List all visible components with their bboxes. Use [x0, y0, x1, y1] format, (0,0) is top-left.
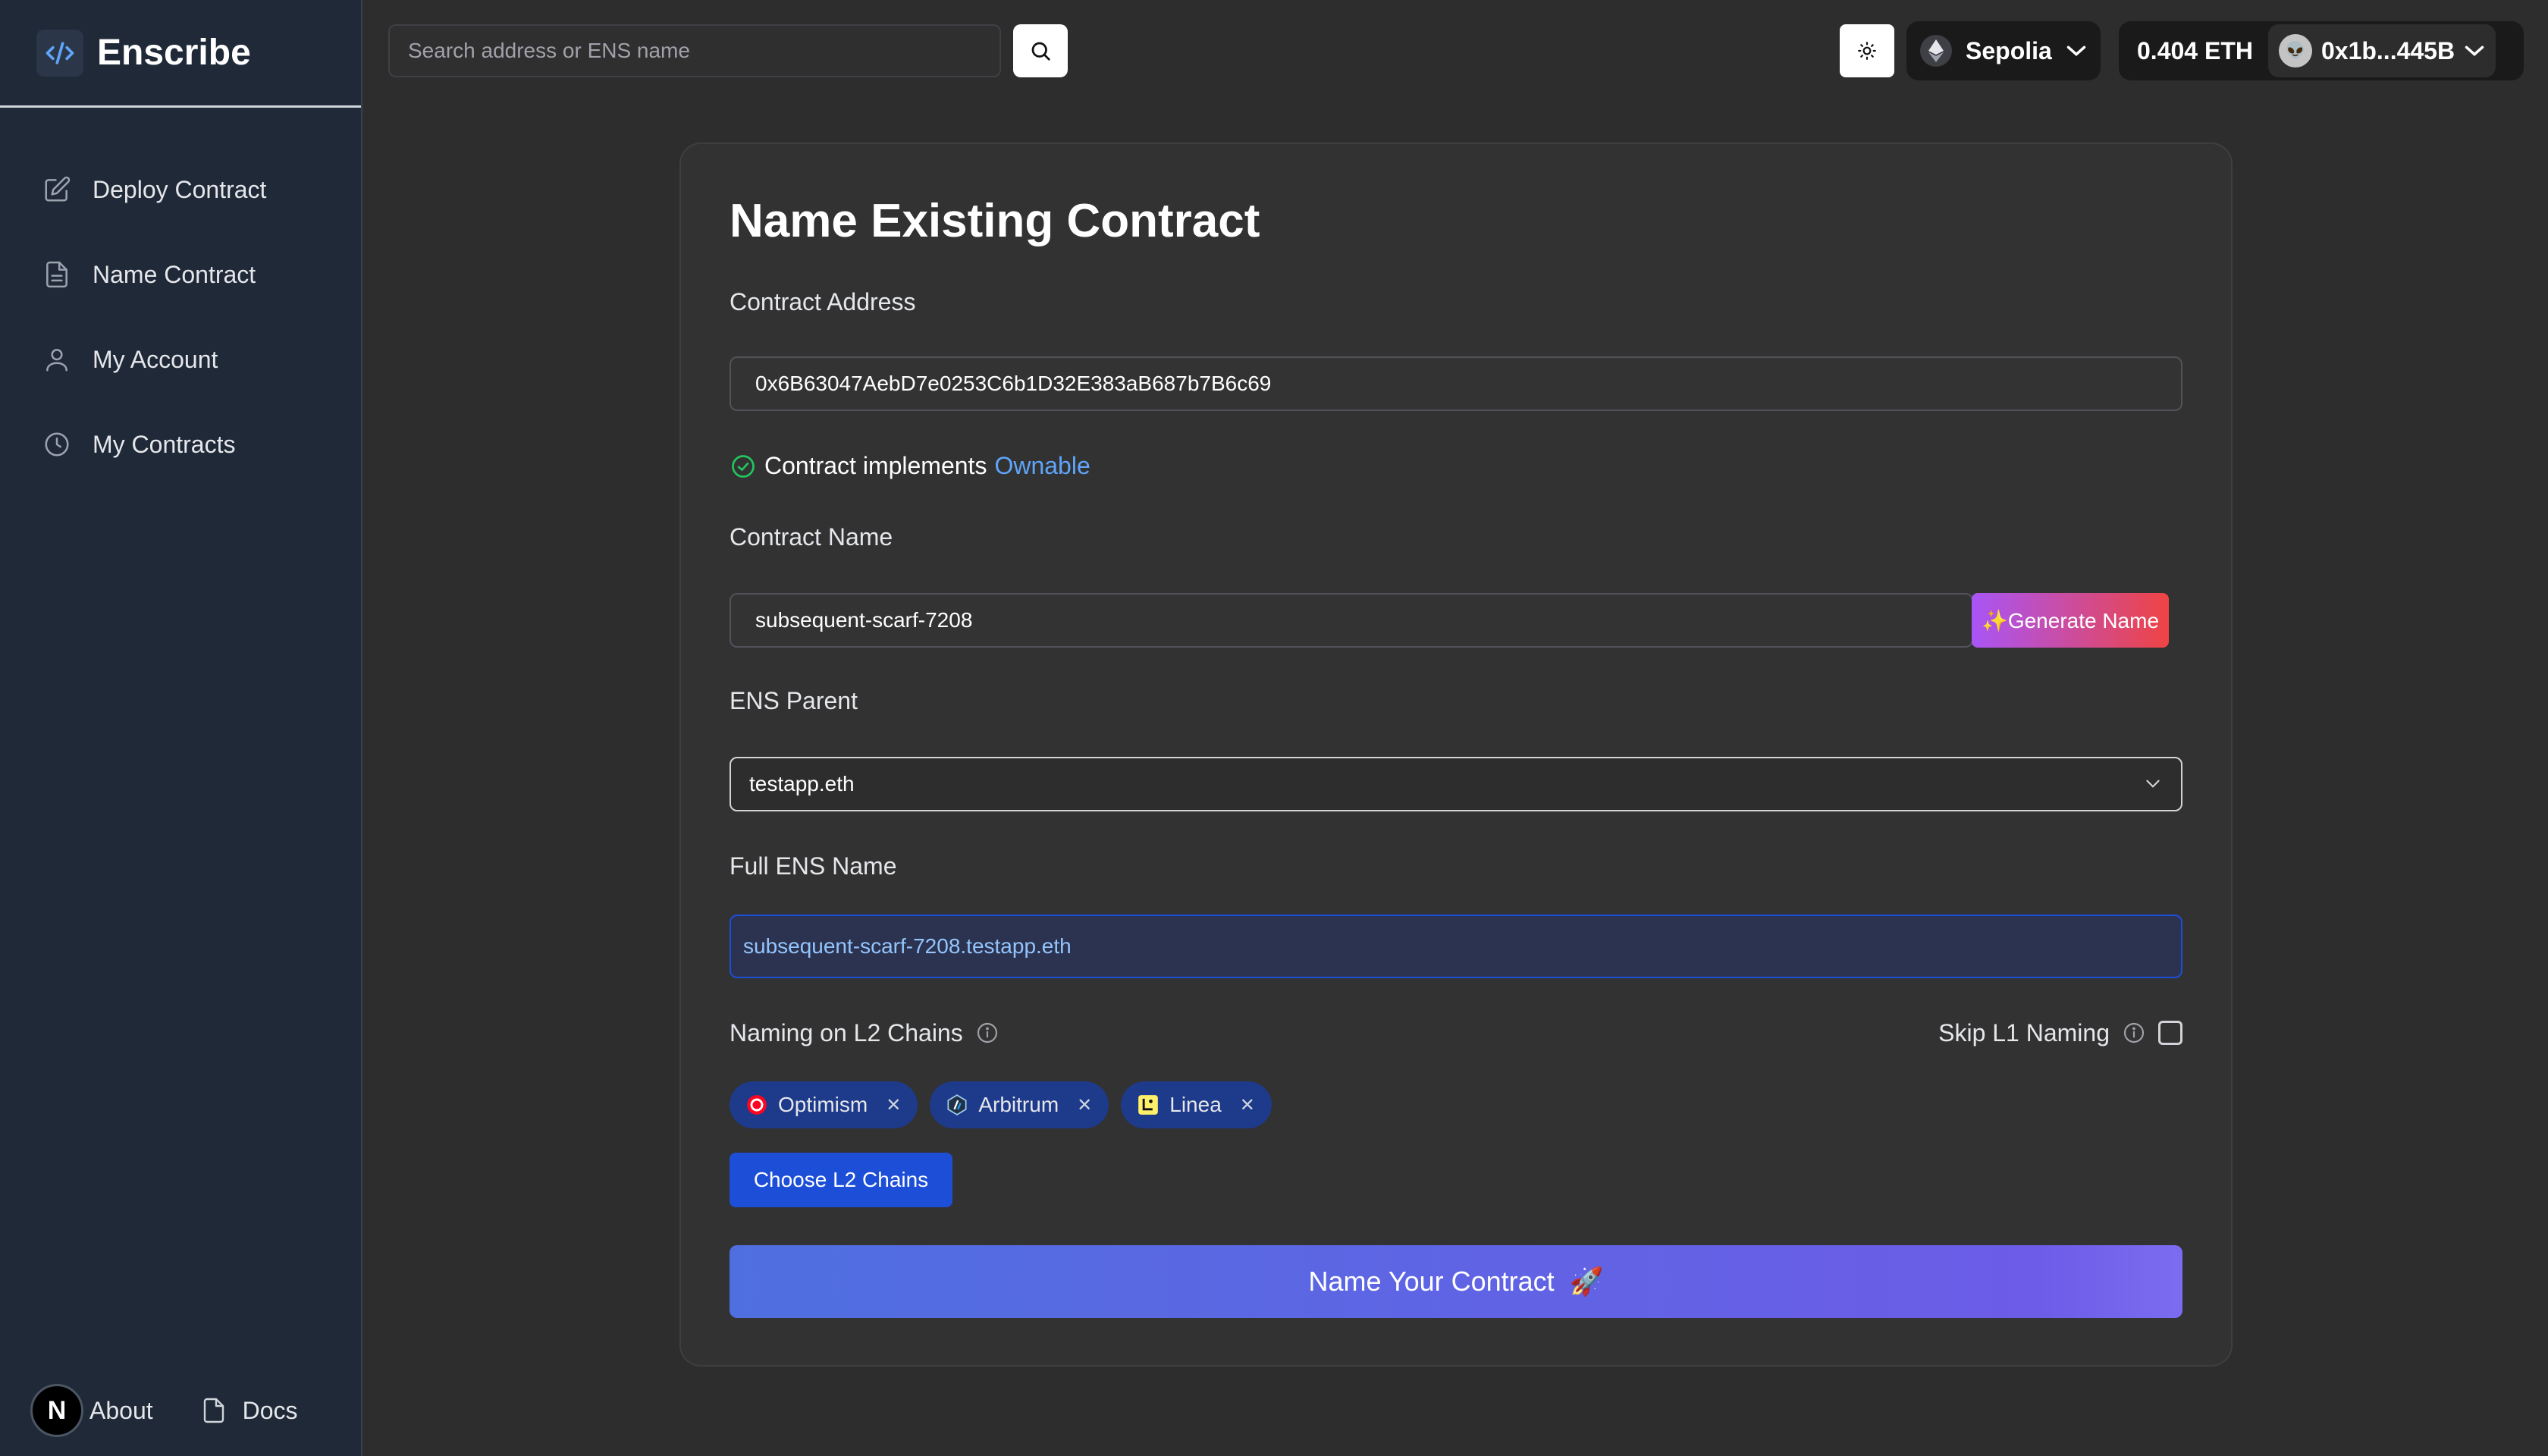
search-icon — [1031, 42, 1050, 61]
nextjs-badge[interactable]: N — [30, 1384, 83, 1437]
sidebar-item-label: Deploy Contract — [93, 175, 267, 203]
skip-l1-group: Skip L1 Naming — [1938, 1019, 2182, 1047]
linea-icon — [1138, 1095, 1159, 1115]
network-label: Sepolia — [1966, 36, 2052, 64]
chevron-down-icon — [2465, 46, 2484, 57]
clock-icon — [45, 432, 69, 457]
sidebar-item-label: My Contracts — [93, 430, 236, 458]
document-icon — [46, 261, 67, 288]
ownable-link[interactable]: Ownable — [994, 452, 1090, 480]
ens-parent-select[interactable]: testapp.eth — [730, 757, 2182, 811]
sidebar-item-my-account[interactable]: My Account — [0, 317, 361, 402]
arbitrum-icon — [947, 1094, 967, 1116]
search-button[interactable] — [1013, 24, 1068, 77]
sidebar-item-deploy-contract[interactable]: Deploy Contract — [0, 147, 361, 232]
brand[interactable]: Enscribe — [0, 0, 361, 108]
chip-label: Linea — [1169, 1093, 1222, 1116]
ownable-status: Contract implements Ownable — [730, 452, 1090, 480]
submit-label: Name Your Contract — [1308, 1266, 1555, 1297]
contract-name-label: Contract Name — [730, 523, 893, 551]
contract-address-label: Contract Address — [730, 288, 916, 315]
brand-name: Enscribe — [97, 33, 251, 73]
sun-icon — [1858, 42, 1876, 60]
alien-avatar-icon: 👽 — [2278, 34, 2312, 67]
ens-parent-value: testapp.eth — [749, 772, 855, 795]
name-your-contract-button[interactable]: Name Your Contract 🚀 — [730, 1245, 2182, 1318]
account-button[interactable]: 👽 0x1b...445B — [2267, 24, 2496, 77]
check-circle-icon — [732, 454, 755, 478]
eth-balance: 0.404 ETH — [2137, 36, 2253, 64]
rocket-icon: 🚀 — [1569, 1266, 1604, 1297]
chevron-down-icon — [2066, 46, 2086, 57]
sidebar-footer: N About Docs — [0, 1365, 362, 1456]
search-input[interactable] — [388, 24, 1001, 77]
chip-label: Arbitrum — [978, 1093, 1059, 1116]
skip-l1-label: Skip L1 Naming — [1938, 1018, 2110, 1046]
edit-icon — [45, 176, 71, 202]
l2-label: Naming on L2 Chains — [730, 1018, 963, 1046]
chip-label: Optimism — [778, 1093, 868, 1116]
ethereum-icon — [1920, 35, 1952, 67]
ens-parent-label: ENS Parent — [730, 687, 858, 714]
docs-label: Docs — [242, 1396, 298, 1424]
skip-l1-checkbox[interactable] — [2158, 1021, 2182, 1045]
l2-options-row: Naming on L2 Chains Skip L1 Naming — [730, 1016, 2182, 1050]
chevron-down-icon — [2146, 780, 2160, 788]
page-title: Name Existing Contract — [730, 195, 1260, 247]
user-icon — [46, 349, 67, 372]
sidebar: Enscribe Deploy Contract Name Contract M… — [0, 0, 362, 1456]
choose-l2-chains-button[interactable]: Choose L2 Chains — [730, 1153, 952, 1207]
l2-chain-chips: Optimism ✕ Arbitrum ✕ Linea ✕ — [730, 1081, 1272, 1128]
l2-label-group: Naming on L2 Chains — [730, 1019, 999, 1047]
remove-chip-icon[interactable]: ✕ — [1240, 1094, 1255, 1116]
top-bar: Sepolia 0.404 ETH 👽 0x1b...445B — [364, 0, 2548, 103]
theme-toggle-button[interactable] — [1840, 24, 1894, 77]
docs-link[interactable]: Docs — [200, 1397, 298, 1425]
full-ens-display: subsequent-scarf-7208.testapp.eth — [730, 915, 2182, 978]
name-contract-card: Name Existing Contract Contract Address … — [679, 143, 2233, 1367]
contract-address-input[interactable]: 0x6B63047AebD7e0253C6b1D32E383aB687b7B6c… — [730, 356, 2182, 411]
implements-text: Contract implements — [764, 452, 987, 479]
sidebar-item-my-contracts[interactable]: My Contracts — [0, 402, 361, 487]
chip-optimism: Optimism ✕ — [730, 1081, 918, 1128]
sidebar-item-name-contract[interactable]: Name Contract — [0, 232, 361, 317]
network-selector[interactable]: Sepolia — [1906, 21, 2101, 80]
chip-arbitrum: Arbitrum ✕ — [930, 1081, 1109, 1128]
remove-chip-icon[interactable]: ✕ — [886, 1094, 901, 1116]
full-ens-label: Full ENS Name — [730, 852, 897, 880]
chip-linea: Linea ✕ — [1121, 1081, 1272, 1128]
contract-name-input[interactable]: subsequent-scarf-7208 — [730, 593, 1973, 648]
sidebar-item-label: My Account — [93, 345, 218, 373]
account-address: 0x1b...445B — [2320, 36, 2455, 64]
document-icon — [203, 1398, 224, 1423]
remove-chip-icon[interactable]: ✕ — [1077, 1094, 1092, 1116]
info-icon[interactable] — [975, 1021, 999, 1045]
info-icon[interactable] — [2122, 1021, 2146, 1045]
optimism-icon — [747, 1095, 767, 1115]
generate-name-button[interactable]: ✨Generate Name — [1972, 593, 2169, 648]
sidebar-nav: Deploy Contract Name Contract My Account… — [0, 108, 361, 487]
code-icon — [36, 29, 83, 77]
sidebar-item-label: Name Contract — [93, 260, 256, 288]
about-link[interactable]: About — [89, 1397, 153, 1425]
wallet-widget[interactable]: 0.404 ETH 👽 0x1b...445B — [2119, 21, 2524, 80]
